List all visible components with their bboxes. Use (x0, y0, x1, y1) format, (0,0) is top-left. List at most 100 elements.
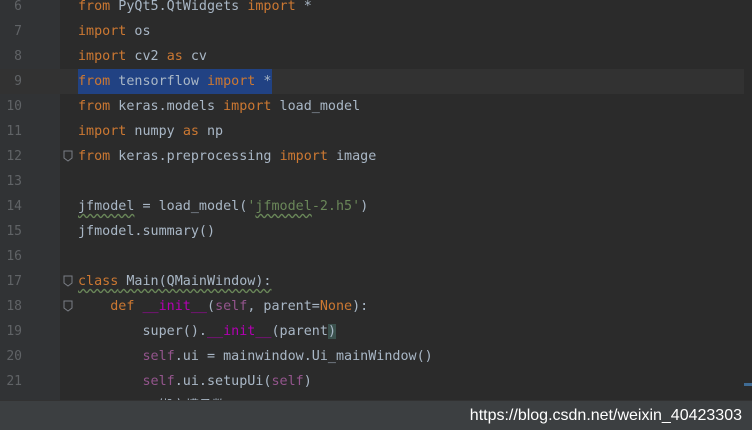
code-token: __init__ (142, 299, 208, 314)
line-number: 8 (14, 49, 22, 64)
code-token: def (110, 299, 135, 314)
code-line[interactable]: 8 import cv2 as cv (0, 44, 752, 69)
code-line[interactable]: 10 from keras.models import load_model (0, 94, 752, 119)
code-text: import os (78, 19, 151, 44)
line-number: 12 (6, 149, 22, 164)
editor-scrollbar[interactable] (744, 0, 752, 400)
code-token: ) (303, 374, 312, 389)
code-token: import (223, 99, 272, 114)
code-token: numpy (126, 124, 183, 139)
line-number: 10 (6, 99, 22, 114)
code-token: np (198, 124, 224, 139)
line-number: 7 (14, 24, 22, 39)
code-text: from keras.models import load_model (78, 94, 360, 119)
code-text: from keras.preprocessing import image (78, 144, 376, 169)
code-line[interactable]: 16 (0, 244, 752, 269)
code-token: import (207, 74, 256, 89)
line-number: 20 (6, 349, 22, 364)
code-token: jfmodel (255, 199, 312, 214)
code-line[interactable]: 6 from PyQt5.QtWidgets import * (0, 0, 752, 19)
code-token: jfmodel (78, 199, 135, 214)
code-line[interactable]: 19 super().__init__(parent) (0, 319, 752, 344)
code-token: self (142, 374, 175, 389)
line-number: 18 (6, 299, 22, 314)
fold-marker-icon[interactable] (63, 275, 73, 287)
code-token: ) (360, 199, 369, 214)
code-token: __init__ (207, 324, 272, 339)
line-number: 15 (6, 224, 22, 239)
code-text: class Main(QMainWindow): (78, 269, 272, 294)
fold-marker-icon[interactable] (63, 300, 73, 312)
code-token: from (78, 149, 111, 164)
code-token: , parent= (247, 299, 320, 314)
line-number: 14 (6, 199, 22, 214)
code-token: from (78, 74, 111, 89)
line-number: 19 (6, 324, 22, 339)
code-line[interactable]: 20 self.ui = mainwindow.Ui_mainWindow() (0, 344, 752, 369)
code-token: import (279, 149, 328, 164)
code-token: class (78, 274, 119, 289)
code-token: ) (327, 324, 336, 339)
code-text: import cv2 as cv (78, 44, 207, 69)
line-number: 11 (6, 124, 22, 139)
code-line[interactable]: 11 import numpy as np (0, 119, 752, 144)
code-token: = load_model( (134, 199, 248, 214)
fold-marker-icon[interactable] (63, 150, 73, 162)
code-line[interactable]: 17 class Main(QMainWindow): (0, 269, 752, 294)
code-text: from tensorflow import * (78, 69, 272, 94)
code-line[interactable]: 13 (0, 169, 752, 194)
code-text: super().__init__(parent) (78, 319, 336, 344)
code-token: as (166, 49, 183, 64)
code-token: as (182, 124, 199, 139)
code-token: import (247, 0, 296, 14)
code-token: cv2 (126, 49, 167, 64)
code-token: super(). (78, 324, 207, 339)
code-token: * (295, 0, 312, 14)
code-token: image (327, 149, 377, 164)
code-token: PyQt5.QtWidgets (110, 0, 248, 14)
code-token: Main(QMainWindow): (118, 274, 272, 289)
code-token: jfmodel.summary() (78, 224, 216, 239)
line-number: 13 (6, 174, 22, 189)
code-token: self (215, 299, 248, 314)
code-token: self (142, 349, 175, 364)
code-token: (parent (271, 324, 328, 339)
code-token: .ui = mainwindow.Ui_mainWindow() (174, 349, 433, 364)
code-token: keras.preprocessing (110, 149, 280, 164)
code-token: None (319, 299, 353, 314)
code-token: keras.models (110, 99, 224, 114)
line-number: 21 (6, 374, 22, 389)
code-editor[interactable]: 6 from PyQt5.QtWidgets import * 7 import os… (0, 0, 752, 400)
code-token: -2.h5' (311, 199, 361, 214)
code-text: self.ui = mainwindow.Ui_mainWindow() (78, 344, 433, 369)
code-line[interactable]: 14 jfmodel = load_model('jfmodel-2.h5') (0, 194, 752, 219)
code-text: jfmodel = load_model('jfmodel-2.h5') (78, 194, 368, 219)
line-number: 16 (6, 249, 22, 264)
code-text: jfmodel.summary() (78, 219, 215, 244)
code-line[interactable]: 9 from tensorflow import * (0, 69, 752, 94)
line-number: 17 (6, 274, 22, 289)
code-token: self (271, 374, 304, 389)
code-text: self.ui.setupUi(self) (78, 369, 312, 394)
code-token: cv (182, 49, 207, 64)
code-token: tensorflow (110, 74, 207, 89)
code-token: os (126, 24, 151, 39)
line-number: 9 (14, 74, 22, 89)
code-line[interactable]: 18 def __init__(self, parent=None): (0, 294, 752, 319)
code-token: * (255, 74, 272, 89)
scroll-marker (744, 383, 752, 386)
code-token: from (78, 99, 111, 114)
code-line[interactable]: 15 jfmodel.summary() (0, 219, 752, 244)
code-line[interactable]: 21 self.ui.setupUi(self) (0, 369, 752, 394)
code-token: from (78, 0, 111, 14)
code-token: import (78, 24, 127, 39)
code-text: def __init__(self, parent=None): (78, 294, 368, 319)
code-token: .ui.setupUi( (174, 374, 272, 389)
code-line[interactable]: 7 import os (0, 19, 752, 44)
code-token: ): (352, 299, 369, 314)
code-line[interactable]: 12 from keras.preprocessing import image (0, 144, 752, 169)
